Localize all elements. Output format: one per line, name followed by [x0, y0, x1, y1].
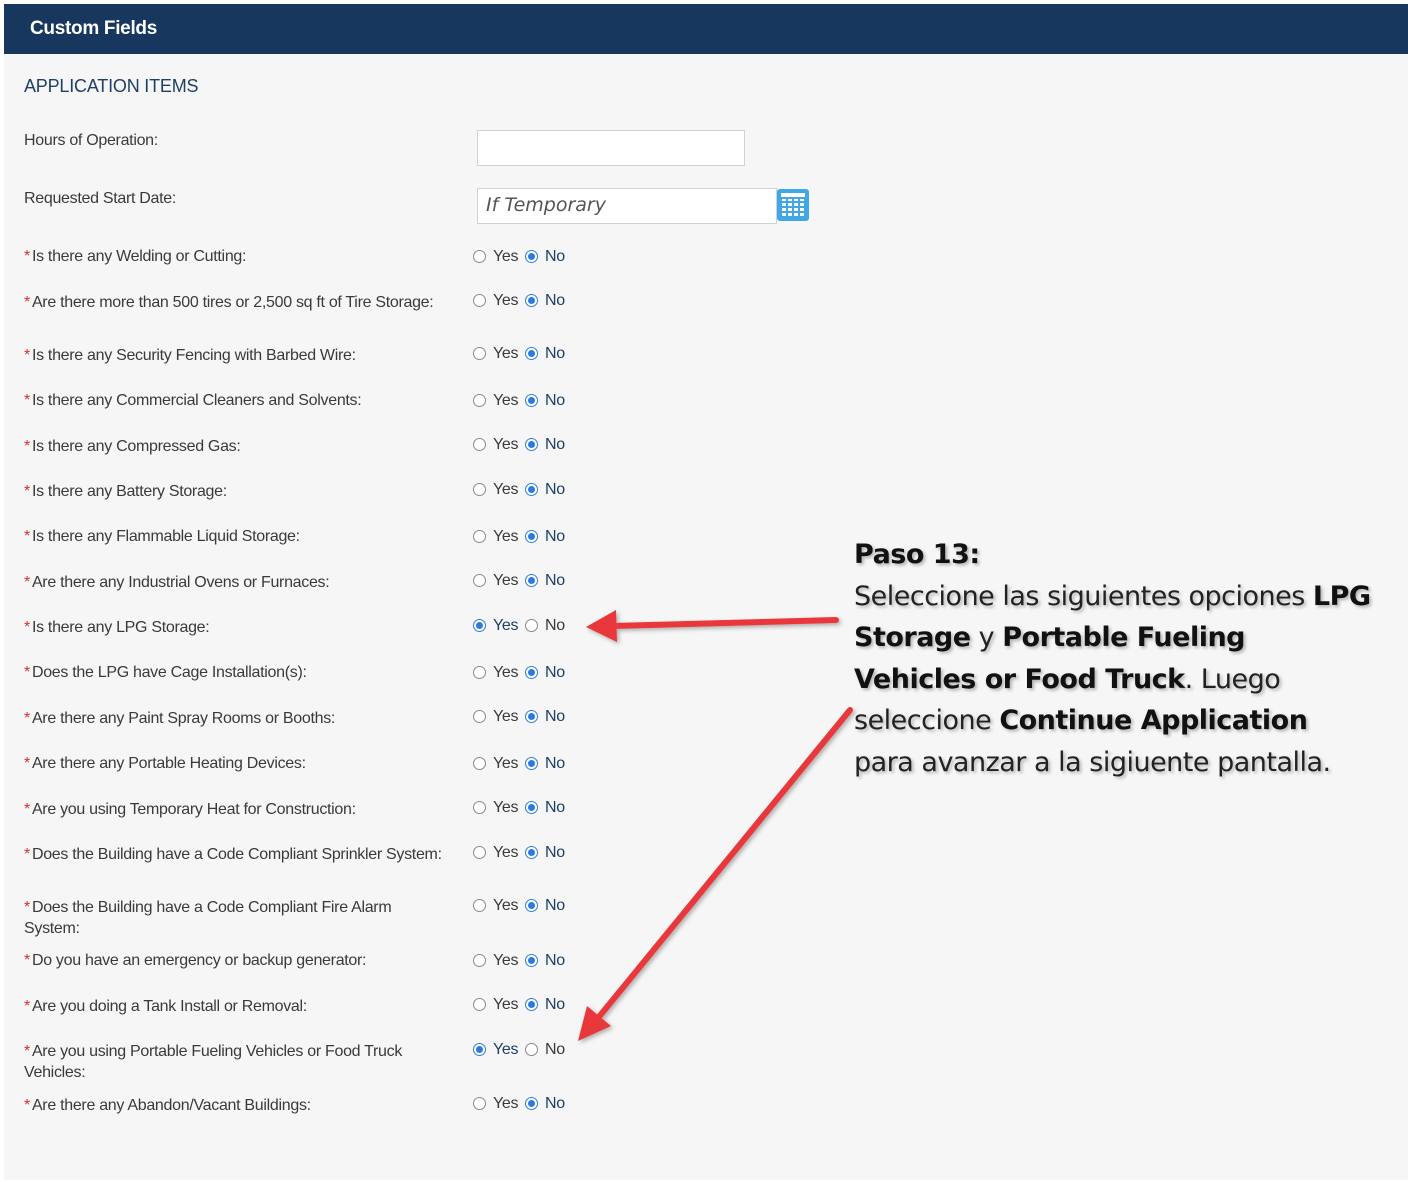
annotation-text-4: para avanzar a la sigiuente pantalla. [854, 746, 1331, 778]
annotation-bold-continue: Continue Application [999, 705, 1308, 736]
annotation-text-1: Seleccione las siguientes opciones [854, 580, 1313, 612]
instruction-annotation: Paso 13: Seleccione las siguientes opcio… [854, 534, 1374, 783]
annotation-text-2: y [970, 622, 1003, 653]
arrow-fueling [595, 707, 853, 1021]
arrow-lpg-head [586, 610, 617, 642]
annotation-title: Paso 13: [854, 539, 980, 570]
arrow-lpg [609, 617, 839, 629]
